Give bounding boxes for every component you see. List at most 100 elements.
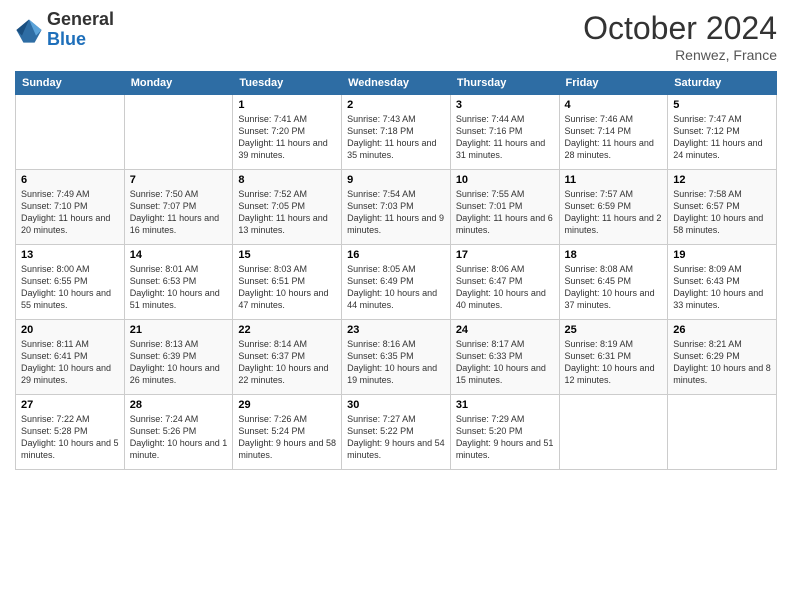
day-number: 26 (673, 324, 771, 336)
calendar-cell: 7 Sunrise: 7:50 AM Sunset: 7:07 PM Daylig… (124, 170, 233, 245)
calendar-cell: 22Sunrise: 8:14 AM Sunset: 6:37 PM Dayli… (233, 320, 342, 395)
day-number: 20 (21, 324, 119, 336)
day-info: Sunrise: 7:26 AM Sunset: 5:24 PM Dayligh… (238, 413, 336, 462)
calendar-week-3: 13 Sunrise: 8:00 AM Sunset: 6:55 PM Dayli… (16, 245, 777, 320)
day-info: Sunrise: 8:14 AM Sunset: 6:37 PM Dayligh… (238, 338, 336, 387)
day-info: Sunrise: 7:44 AM Sunset: 7:16 PM Dayligh… (456, 113, 554, 162)
calendar-week-5: 27Sunrise: 7:22 AM Sunset: 5:28 PM Dayli… (16, 395, 777, 470)
calendar-cell: 15Sunrise: 8:03 AM Sunset: 6:51 PM Dayli… (233, 245, 342, 320)
calendar-cell: 24Sunrise: 8:17 AM Sunset: 6:33 PM Dayli… (450, 320, 559, 395)
day-number: 31 (456, 399, 554, 411)
day-info: Sunrise: 7:43 AM Sunset: 7:18 PM Dayligh… (347, 113, 445, 162)
day-info: Sunrise: 8:00 AM Sunset: 6:55 PM Dayligh… (21, 263, 119, 312)
day-number: 12 (673, 174, 771, 186)
day-number: 30 (347, 399, 445, 411)
calendar-cell: 12 Sunrise: 7:58 AM Sunset: 6:57 PM Dayli… (668, 170, 777, 245)
calendar-cell: 17Sunrise: 8:06 AM Sunset: 6:47 PM Dayli… (450, 245, 559, 320)
calendar-cell (559, 395, 668, 470)
calendar-cell: 6 Sunrise: 7:49 AM Sunset: 7:10 PM Daylig… (16, 170, 125, 245)
calendar-cell: 16 Sunrise: 8:05 AM Sunset: 6:49 PM Dayli… (342, 245, 451, 320)
day-number: 25 (565, 324, 663, 336)
day-number: 9 (347, 174, 445, 186)
day-info: Sunrise: 8:17 AM Sunset: 6:33 PM Dayligh… (456, 338, 554, 387)
calendar-cell: 19Sunrise: 8:09 AM Sunset: 6:43 PM Dayli… (668, 245, 777, 320)
day-info: Sunrise: 7:54 AM Sunset: 7:03 PM Dayligh… (347, 188, 445, 237)
col-friday: Friday (559, 72, 668, 95)
calendar-cell: 29Sunrise: 7:26 AM Sunset: 5:24 PM Dayli… (233, 395, 342, 470)
calendar-cell (124, 95, 233, 170)
col-saturday: Saturday (668, 72, 777, 95)
calendar-table: Sunday Monday Tuesday Wednesday Thursday… (15, 71, 777, 470)
day-number: 3 (456, 99, 554, 111)
day-info: Sunrise: 7:50 AM Sunset: 7:07 PM Dayligh… (130, 188, 228, 237)
day-info: Sunrise: 7:24 AM Sunset: 5:26 PM Dayligh… (130, 413, 228, 462)
col-sunday: Sunday (16, 72, 125, 95)
calendar-cell: 8 Sunrise: 7:52 AM Sunset: 7:05 PM Daylig… (233, 170, 342, 245)
day-number: 15 (238, 249, 336, 261)
day-info: Sunrise: 8:05 AM Sunset: 6:49 PM Dayligh… (347, 263, 445, 312)
day-number: 23 (347, 324, 445, 336)
calendar-cell: 20 Sunrise: 8:11 AM Sunset: 6:41 PM Dayli… (16, 320, 125, 395)
day-number: 16 (347, 249, 445, 261)
day-info: Sunrise: 8:13 AM Sunset: 6:39 PM Dayligh… (130, 338, 228, 387)
day-number: 5 (673, 99, 771, 111)
day-number: 1 (238, 99, 336, 111)
calendar-body: 1 Sunrise: 7:41 AM Sunset: 7:20 PM Daylig… (16, 95, 777, 470)
day-number: 8 (238, 174, 336, 186)
calendar-cell: 28 Sunrise: 7:24 AM Sunset: 5:26 PM Dayli… (124, 395, 233, 470)
calendar-cell (16, 95, 125, 170)
title-block: October 2024 Renwez, France (583, 10, 777, 63)
calendar-cell: 27Sunrise: 7:22 AM Sunset: 5:28 PM Dayli… (16, 395, 125, 470)
day-info: Sunrise: 7:58 AM Sunset: 6:57 PM Dayligh… (673, 188, 771, 237)
day-info: Sunrise: 8:21 AM Sunset: 6:29 PM Dayligh… (673, 338, 771, 387)
col-thursday: Thursday (450, 72, 559, 95)
calendar-week-2: 6 Sunrise: 7:49 AM Sunset: 7:10 PM Daylig… (16, 170, 777, 245)
calendar-week-4: 20 Sunrise: 8:11 AM Sunset: 6:41 PM Dayli… (16, 320, 777, 395)
calendar-cell: 10 Sunrise: 7:55 AM Sunset: 7:01 PM Dayli… (450, 170, 559, 245)
day-number: 19 (673, 249, 771, 261)
location: Renwez, France (583, 47, 777, 63)
calendar-cell: 13 Sunrise: 8:00 AM Sunset: 6:55 PM Dayli… (16, 245, 125, 320)
calendar-cell: 14 Sunrise: 8:01 AM Sunset: 6:53 PM Dayli… (124, 245, 233, 320)
calendar-cell: 9 Sunrise: 7:54 AM Sunset: 7:03 PM Daylig… (342, 170, 451, 245)
logo: General Blue (15, 10, 114, 50)
col-tuesday: Tuesday (233, 72, 342, 95)
calendar-cell: 1 Sunrise: 7:41 AM Sunset: 7:20 PM Daylig… (233, 95, 342, 170)
day-number: 2 (347, 99, 445, 111)
calendar-cell: 30 Sunrise: 7:27 AM Sunset: 5:22 PM Dayli… (342, 395, 451, 470)
day-number: 10 (456, 174, 554, 186)
day-number: 13 (21, 249, 119, 261)
day-info: Sunrise: 8:11 AM Sunset: 6:41 PM Dayligh… (21, 338, 119, 387)
day-number: 28 (130, 399, 228, 411)
day-info: Sunrise: 7:22 AM Sunset: 5:28 PM Dayligh… (21, 413, 119, 462)
logo-icon (15, 16, 43, 44)
logo-general-text: General (47, 9, 114, 29)
day-info: Sunrise: 8:01 AM Sunset: 6:53 PM Dayligh… (130, 263, 228, 312)
day-number: 4 (565, 99, 663, 111)
day-number: 7 (130, 174, 228, 186)
day-info: Sunrise: 8:16 AM Sunset: 6:35 PM Dayligh… (347, 338, 445, 387)
day-number: 6 (21, 174, 119, 186)
day-info: Sunrise: 7:41 AM Sunset: 7:20 PM Dayligh… (238, 113, 336, 162)
day-info: Sunrise: 7:49 AM Sunset: 7:10 PM Dayligh… (21, 188, 119, 237)
day-number: 18 (565, 249, 663, 261)
calendar-cell: 26 Sunrise: 8:21 AM Sunset: 6:29 PM Dayli… (668, 320, 777, 395)
month-title: October 2024 (583, 10, 777, 47)
col-wednesday: Wednesday (342, 72, 451, 95)
calendar-cell: 18 Sunrise: 8:08 AM Sunset: 6:45 PM Dayli… (559, 245, 668, 320)
calendar-cell (668, 395, 777, 470)
day-info: Sunrise: 8:08 AM Sunset: 6:45 PM Dayligh… (565, 263, 663, 312)
day-info: Sunrise: 7:29 AM Sunset: 5:20 PM Dayligh… (456, 413, 554, 462)
day-info: Sunrise: 8:19 AM Sunset: 6:31 PM Dayligh… (565, 338, 663, 387)
day-info: Sunrise: 7:52 AM Sunset: 7:05 PM Dayligh… (238, 188, 336, 237)
calendar-cell: 3 Sunrise: 7:44 AM Sunset: 7:16 PM Daylig… (450, 95, 559, 170)
day-info: Sunrise: 7:27 AM Sunset: 5:22 PM Dayligh… (347, 413, 445, 462)
day-number: 17 (456, 249, 554, 261)
col-monday: Monday (124, 72, 233, 95)
main-container: General Blue October 2024 Renwez, France… (0, 0, 792, 480)
calendar-cell: 25 Sunrise: 8:19 AM Sunset: 6:31 PM Dayli… (559, 320, 668, 395)
day-info: Sunrise: 7:57 AM Sunset: 6:59 PM Dayligh… (565, 188, 663, 237)
day-number: 11 (565, 174, 663, 186)
day-info: Sunrise: 7:55 AM Sunset: 7:01 PM Dayligh… (456, 188, 554, 237)
day-number: 14 (130, 249, 228, 261)
